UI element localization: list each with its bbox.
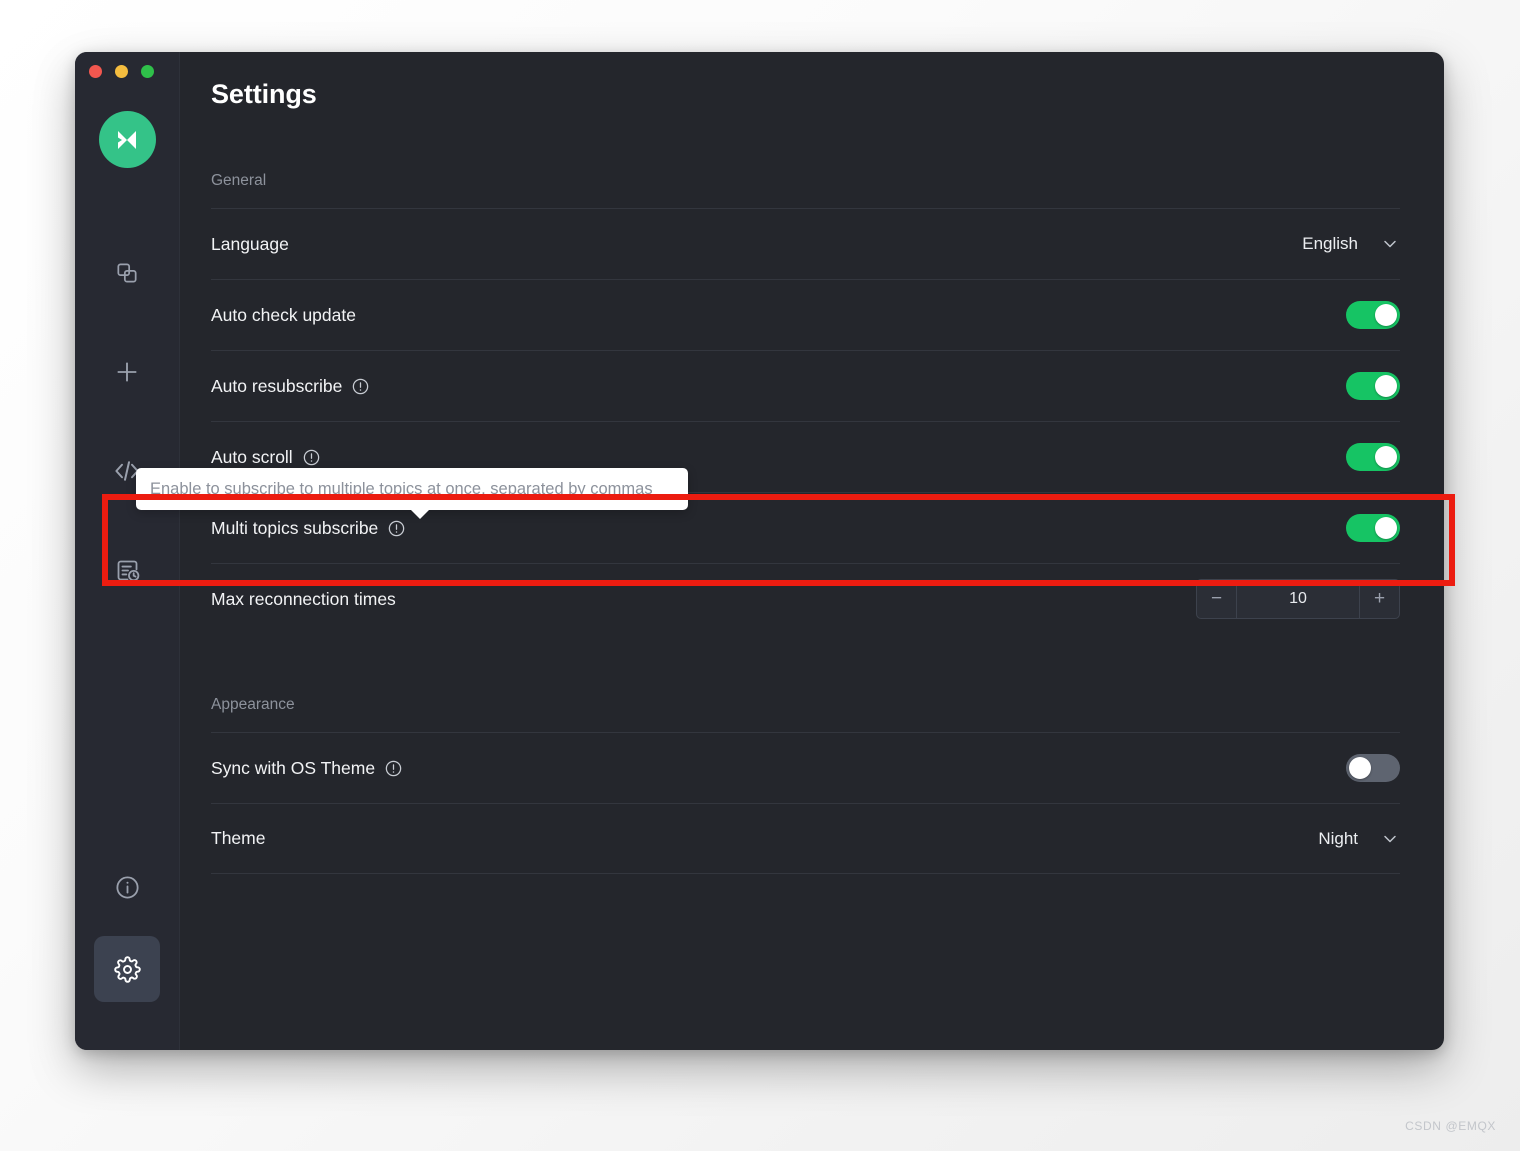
multi-topics-subscribe-toggle[interactable]	[1346, 514, 1400, 542]
log-history-icon	[114, 557, 141, 584]
setting-row-theme[interactable]: Theme Night	[211, 803, 1400, 874]
setting-label-text: Sync with OS Theme	[211, 758, 375, 779]
auto-scroll-toggle[interactable]	[1346, 443, 1400, 471]
setting-label: Sync with OS Theme	[211, 758, 403, 779]
app-window: Settings General Language English	[75, 52, 1444, 1050]
tooltip-multi-topics-subscribe: Enable to subscribe to multiple topics a…	[136, 468, 688, 510]
app-logo-wrap	[99, 111, 156, 168]
setting-label: Auto resubscribe	[211, 376, 370, 397]
toggle-knob	[1375, 304, 1397, 326]
setting-label-text: Auto scroll	[211, 447, 293, 468]
theme-select[interactable]: Night	[1318, 829, 1400, 849]
close-window-button[interactable]	[89, 65, 102, 78]
setting-label: Language	[211, 234, 289, 255]
stepper-decrement-button[interactable]: −	[1197, 580, 1237, 618]
section-label-general: General	[211, 172, 1400, 208]
sidebar	[75, 52, 180, 1050]
setting-row-max-reconnection-times[interactable]: Max reconnection times − 10 +	[211, 563, 1400, 634]
info-exclamation-icon[interactable]	[302, 448, 321, 467]
chevron-down-icon	[1380, 234, 1400, 254]
setting-row-sync-with-os-theme[interactable]: Sync with OS Theme	[211, 732, 1400, 803]
chevron-down-icon	[1380, 829, 1400, 849]
sidebar-item-new-connection[interactable]	[94, 339, 160, 405]
copy-icon	[114, 260, 140, 286]
max-reconnection-times-stepper[interactable]: − 10 +	[1196, 579, 1400, 619]
setting-label: Auto scroll	[211, 447, 321, 468]
sidebar-item-settings[interactable]	[94, 936, 160, 1002]
auto-resubscribe-toggle[interactable]	[1346, 372, 1400, 400]
auto-check-update-toggle[interactable]	[1346, 301, 1400, 329]
info-exclamation-icon[interactable]	[387, 519, 406, 538]
section-label-appearance: Appearance	[211, 696, 1400, 732]
setting-label: Max reconnection times	[211, 589, 396, 610]
toggle-knob	[1375, 375, 1397, 397]
language-select-value: English	[1302, 234, 1358, 254]
language-select[interactable]: English	[1302, 234, 1400, 254]
sidebar-bottom-nav	[94, 854, 160, 1050]
tooltip-text: Enable to subscribe to multiple topics a…	[150, 480, 653, 499]
gear-icon	[114, 956, 141, 983]
setting-label-text: Language	[211, 234, 289, 255]
settings-content: Settings General Language English	[180, 52, 1444, 1050]
minimize-window-button[interactable]	[115, 65, 128, 78]
setting-label-text: Auto resubscribe	[211, 376, 342, 397]
watermark: CSDN @EMQX	[1405, 1119, 1496, 1133]
sidebar-item-about[interactable]	[94, 854, 160, 920]
setting-label-text: Theme	[211, 828, 265, 849]
setting-label-text: Auto check update	[211, 305, 356, 326]
theme-select-value: Night	[1318, 829, 1358, 849]
setting-label-text: Multi topics subscribe	[211, 518, 378, 539]
mqttx-logo	[99, 111, 156, 168]
setting-label-text: Max reconnection times	[211, 589, 396, 610]
setting-row-auto-check-update[interactable]: Auto check update	[211, 279, 1400, 350]
tooltip-arrow	[410, 509, 430, 519]
settings-body: General Language English Auto check upda…	[180, 172, 1400, 874]
info-circle-icon	[114, 874, 141, 901]
setting-label: Multi topics subscribe	[211, 518, 406, 539]
maximize-window-button[interactable]	[141, 65, 154, 78]
stepper-increment-button[interactable]: +	[1359, 580, 1399, 618]
setting-label: Auto check update	[211, 305, 356, 326]
sidebar-nav	[94, 240, 160, 854]
setting-label: Theme	[211, 828, 265, 849]
sidebar-item-log[interactable]	[94, 537, 160, 603]
toggle-knob	[1375, 446, 1397, 468]
toggle-knob	[1375, 517, 1397, 539]
toggle-knob	[1349, 757, 1371, 779]
sync-with-os-theme-toggle[interactable]	[1346, 754, 1400, 782]
info-exclamation-icon[interactable]	[351, 377, 370, 396]
window-traffic-lights	[89, 65, 154, 78]
sidebar-item-connections[interactable]	[94, 240, 160, 306]
setting-row-auto-resubscribe[interactable]: Auto resubscribe	[211, 350, 1400, 421]
setting-row-language[interactable]: Language English	[211, 208, 1400, 279]
info-exclamation-icon[interactable]	[384, 759, 403, 778]
stepper-value[interactable]: 10	[1237, 580, 1359, 618]
page-title: Settings	[180, 52, 1400, 110]
plus-icon	[113, 358, 141, 386]
